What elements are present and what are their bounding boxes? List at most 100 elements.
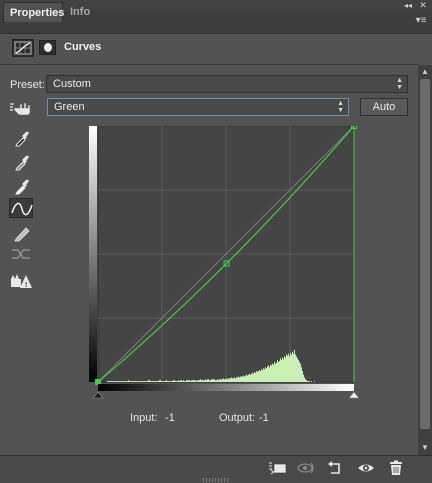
- histogram-bar: [236, 377, 237, 382]
- scroll-down-icon[interactable]: ▼: [419, 442, 431, 453]
- histogram-bar: [301, 367, 302, 382]
- histogram-bar: [288, 353, 289, 382]
- histogram-bar: [284, 356, 285, 382]
- histogram-bar: [153, 381, 154, 382]
- sample-highlights-eyedropper-icon[interactable]: [9, 176, 33, 196]
- histogram-bar: [132, 381, 133, 382]
- tab-properties[interactable]: Properties: [3, 2, 64, 22]
- preset-dropdown[interactable]: Custom ▲ ▼: [46, 75, 408, 93]
- histogram-bar: [155, 381, 156, 382]
- collapse-panel-icon[interactable]: ◂◂: [401, 0, 415, 11]
- curve-control-point[interactable]: [95, 379, 101, 385]
- mask-dot: [44, 43, 52, 52]
- histogram-bar: [248, 374, 249, 382]
- histogram-bar: [239, 377, 240, 382]
- delete-layer-icon[interactable]: [386, 460, 406, 476]
- histogram-bar: [314, 381, 315, 382]
- hand-glyph: [10, 102, 31, 116]
- dropdown-arrows-icon: ▲ ▼: [396, 77, 403, 91]
- histogram-bar: [205, 379, 206, 382]
- histogram-bar: [274, 361, 275, 382]
- histogram-bar: [267, 366, 268, 382]
- histogram-bar: [192, 380, 193, 382]
- histogram-bar: [111, 381, 112, 382]
- histogram-bar: [302, 371, 303, 382]
- channel-dropdown[interactable]: Green ▲ ▼: [47, 98, 349, 116]
- histogram-bar: [291, 354, 292, 382]
- resize-grip[interactable]: [203, 478, 229, 482]
- histogram-bar: [183, 380, 184, 382]
- histogram-bar: [184, 381, 185, 382]
- histogram-bar: [250, 374, 251, 382]
- histogram-bar: [180, 380, 181, 382]
- histogram-bar: [308, 381, 309, 382]
- histogram-bar: [283, 359, 284, 382]
- auto-button[interactable]: Auto: [360, 98, 408, 116]
- smooth-curve-icon[interactable]: [9, 244, 33, 264]
- histogram-bar: [127, 381, 128, 382]
- on-image-adjust-icon[interactable]: [9, 98, 33, 118]
- edit-curve-points-icon[interactable]: [9, 198, 33, 218]
- histogram-bar: [173, 380, 174, 382]
- panel-menu-icon[interactable]: ▾≡: [414, 15, 428, 27]
- scrollbar-thumb[interactable]: [420, 79, 430, 429]
- output-label: Output:: [219, 412, 256, 424]
- histogram-bar: [176, 381, 177, 382]
- histogram-bar: [191, 380, 192, 382]
- histogram-bar: [139, 381, 140, 382]
- histogram-bar: [217, 379, 218, 382]
- histogram-bar: [281, 360, 282, 382]
- histogram-bar: [227, 379, 228, 382]
- histogram-bar: [170, 381, 171, 382]
- histogram-bar: [201, 380, 202, 382]
- output-gradient-bar: [89, 126, 97, 382]
- histogram-bar: [225, 379, 226, 382]
- reset-adjustments-icon[interactable]: [325, 460, 345, 476]
- histogram-bar: [179, 381, 180, 382]
- histogram-bar: [253, 373, 254, 382]
- curves-adjustment-icon[interactable]: [12, 39, 34, 57]
- histogram-bar: [152, 381, 153, 382]
- draw-curve-pencil-icon[interactable]: [9, 222, 33, 242]
- histogram-bar: [279, 360, 280, 382]
- close-panel-icon[interactable]: ✕: [416, 0, 430, 11]
- scroll-up-icon[interactable]: ▲: [419, 66, 431, 77]
- histogram-bar: [275, 363, 276, 382]
- histogram-bar: [122, 381, 123, 382]
- clipping-warning-icon[interactable]: !: [9, 271, 33, 291]
- layer-mask-icon[interactable]: [39, 40, 56, 55]
- pencil-glyph: [14, 227, 30, 242]
- sample-midtones-eyedropper-icon[interactable]: [9, 152, 33, 172]
- histogram-bar: [178, 380, 179, 382]
- histogram-bar: [244, 376, 245, 382]
- histogram-bar: [117, 381, 118, 382]
- histogram-bar: [215, 380, 216, 382]
- eyedropper-glyph: [15, 179, 29, 195]
- histogram-bar: [134, 381, 135, 382]
- histogram-bar: [237, 377, 238, 382]
- toggle-visibility-icon[interactable]: [356, 460, 376, 476]
- histogram-bar: [273, 364, 274, 382]
- histogram-bar: [238, 376, 239, 382]
- histogram-bar: [292, 351, 293, 382]
- clip-to-layer-icon[interactable]: [268, 460, 288, 476]
- histogram-bar: [125, 381, 126, 382]
- histogram-bar: [221, 379, 222, 382]
- histogram-bar: [304, 377, 305, 382]
- tab-info[interactable]: Info: [64, 2, 94, 22]
- histogram-bar: [219, 379, 220, 382]
- input-value: -1: [165, 412, 175, 424]
- histogram-bar: [162, 381, 163, 382]
- black-point-slider[interactable]: [92, 391, 104, 399]
- histogram-bar: [233, 378, 234, 382]
- histogram-bar: [165, 381, 166, 382]
- histogram-bar: [261, 369, 262, 382]
- view-previous-state-icon[interactable]: [296, 460, 316, 476]
- curves-graph[interactable]: [89, 126, 361, 402]
- histogram-bar: [285, 357, 286, 382]
- sample-shadows-eyedropper-icon[interactable]: [9, 128, 33, 148]
- histogram-bar: [260, 371, 261, 382]
- histogram-bar: [280, 358, 281, 382]
- histogram-bar: [272, 363, 273, 382]
- white-point-slider[interactable]: [348, 391, 360, 399]
